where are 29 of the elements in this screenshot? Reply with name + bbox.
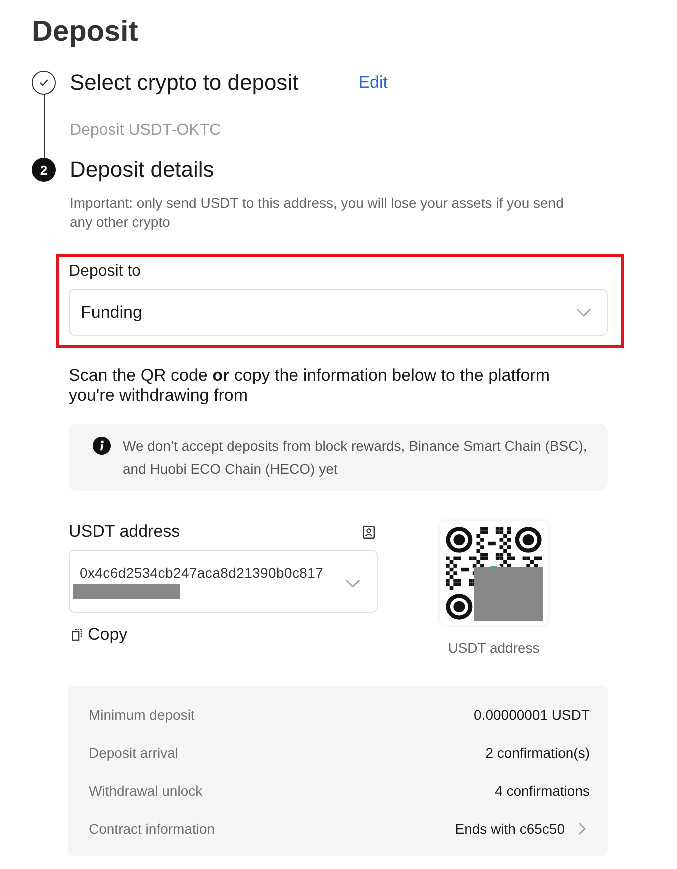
deposit-to-select[interactable]: Funding — [69, 289, 608, 336]
edit-link[interactable]: Edit — [358, 73, 388, 93]
step-note: Important: only send USDT to this address, you will lose your assets if you send any other crypto — [70, 194, 565, 232]
detail-label: Contract information — [89, 820, 216, 839]
qr-caption: USDT address — [448, 639, 540, 658]
notice-text: We don’t accept deposits from block rewards, Binance Smart Chain (BSC), and Huobi ECO Chain (HECO) yet — [123, 437, 588, 479]
chevron-down-icon — [346, 580, 360, 588]
detail-value: 2 confirmation(s) — [486, 744, 590, 763]
address-field[interactable]: 0x4c6d2534cb247aca8d21390b0c817 — [69, 550, 378, 613]
detail-value: 4 confirmations — [495, 782, 590, 801]
deposit-to-label: Deposit to — [69, 262, 142, 282]
contract-link[interactable]: Ends with c65c50 — [455, 819, 586, 839]
copy-icon — [72, 629, 82, 641]
detail-label: Withdrawal unlock — [89, 782, 203, 801]
detail-value: 0.00000001 USDT — [474, 706, 590, 725]
step-title: Deposit details — [70, 158, 214, 182]
detail-label: Minimum deposit — [89, 706, 195, 725]
address-book-icon[interactable] — [363, 526, 375, 538]
page-title: Deposit — [32, 15, 138, 50]
step-number: 2 — [32, 158, 56, 182]
step-title: Select crypto to deposit — [70, 71, 299, 95]
detail-label: Deposit arrival — [89, 744, 178, 763]
copy-button[interactable]: Copy — [72, 625, 128, 645]
instructions-text: Scan the QR code or copy the information below to the platform you're withdrawing from — [69, 366, 551, 406]
address-label: USDT address — [69, 522, 180, 542]
step-summary: Deposit USDT-OKTC — [70, 121, 222, 141]
chevron-right-icon — [579, 823, 586, 835]
info-icon — [93, 437, 111, 455]
chevron-down-icon — [577, 308, 591, 316]
